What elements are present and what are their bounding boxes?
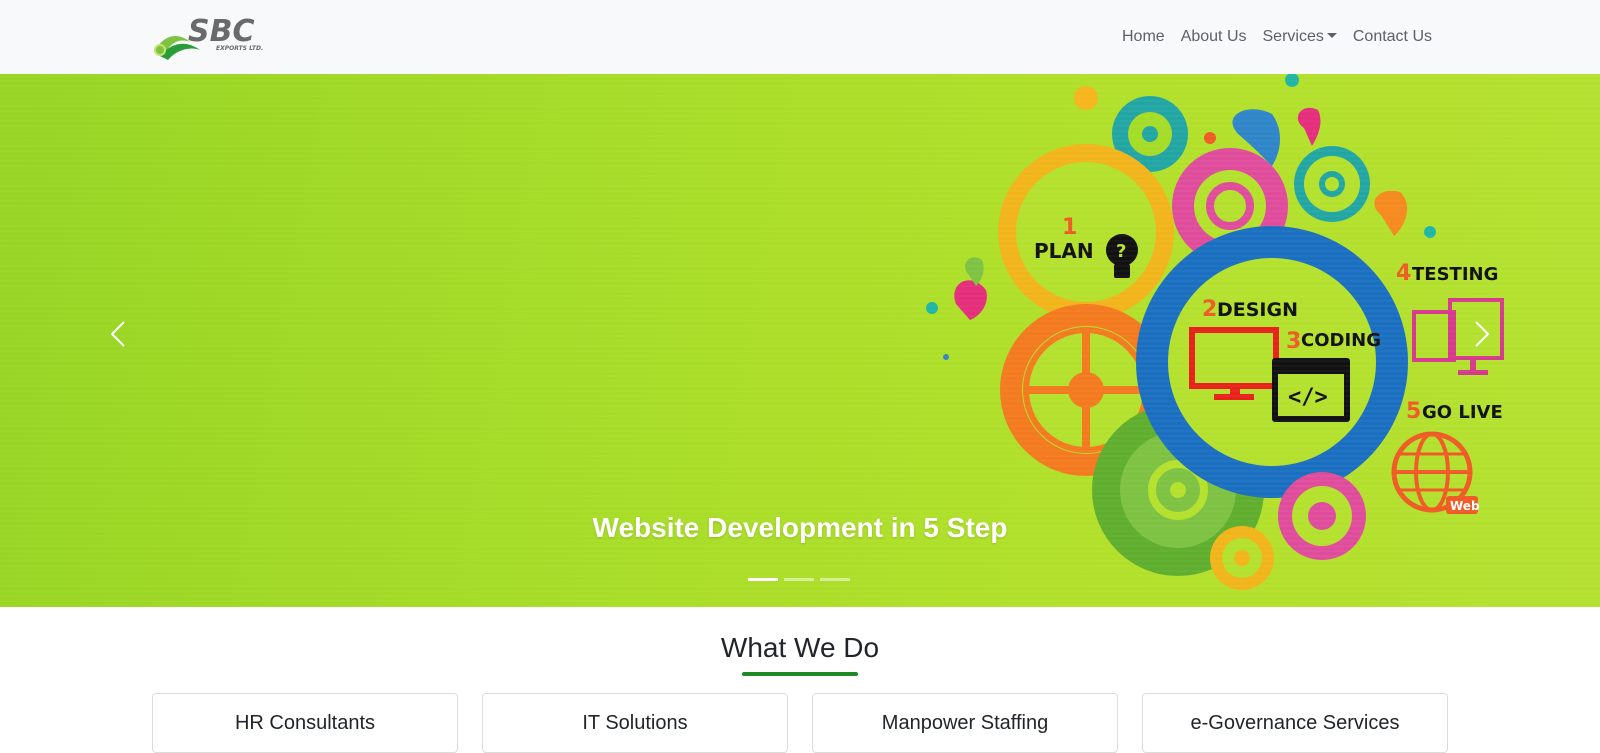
nav-home[interactable]: Home — [1114, 28, 1173, 46]
sbc-logo[interactable]: SBC EXPORTS LTD. — [150, 12, 290, 62]
carousel-indicator-3[interactable] — [820, 578, 850, 581]
section-title: What We Do — [720, 632, 880, 663]
svg-text:2: 2 — [1202, 297, 1217, 322]
nav-about-us[interactable]: About Us — [1173, 28, 1255, 46]
navbar: SBC EXPORTS LTD. Home About Us Services … — [0, 0, 1600, 74]
svg-text:</>: </> — [1288, 385, 1328, 410]
svg-text:CODING: CODING — [1301, 330, 1381, 351]
carousel-caption: Website Development in 5 Step — [592, 512, 1008, 543]
nav-services-dropdown[interactable]: Services — [1255, 28, 1345, 46]
svg-text:1: 1 — [1062, 215, 1077, 240]
svg-text:Web: Web — [1450, 499, 1480, 513]
card-e-governance-services[interactable]: e-Governance Services — [1142, 693, 1448, 753]
svg-text:DESIGN: DESIGN — [1217, 299, 1298, 321]
plan-gear — [998, 144, 1174, 320]
svg-text:EXPORTS LTD.: EXPORTS LTD. — [216, 45, 263, 52]
code-window-icon: </> — [1272, 358, 1350, 422]
carousel-indicators — [748, 578, 850, 581]
nav-contact-us[interactable]: Contact Us — [1345, 28, 1440, 46]
carousel-indicator-2[interactable] — [784, 578, 814, 581]
carousel-prev-chevron-icon[interactable] — [100, 309, 140, 359]
svg-text:?: ? — [1116, 241, 1126, 262]
globe-web-icon: Web — [1391, 431, 1480, 514]
svg-text:GO LIVE: GO LIVE — [1422, 402, 1503, 423]
svg-text:5: 5 — [1406, 399, 1421, 424]
card-manpower-staffing[interactable]: Manpower Staffing — [812, 693, 1118, 753]
svg-text:TESTING: TESTING — [1412, 264, 1498, 285]
hero-carousel: 1 PLAN ? 2 DESIGN 3 CODING </> 4 TESTING… — [0, 74, 1600, 607]
svg-text:4: 4 — [1396, 261, 1411, 286]
svg-text:SBC: SBC — [188, 14, 255, 49]
carousel-next-chevron-icon[interactable] — [1460, 309, 1500, 359]
teal-ring-gear — [1294, 146, 1370, 222]
main-nav: Home About Us Services Contact Us — [1114, 0, 1440, 74]
title-underline — [742, 672, 858, 676]
nav-services-label: Services — [1262, 28, 1324, 45]
services-cards: HR Consultants IT Solutions Manpower Sta… — [152, 693, 1449, 753]
svg-text:3: 3 — [1286, 329, 1301, 354]
card-it-solutions[interactable]: IT Solutions — [482, 693, 788, 753]
card-hr-consultants[interactable]: HR Consultants — [152, 693, 458, 753]
carousel-indicator-1[interactable] — [748, 578, 778, 581]
caret-down-icon — [1326, 33, 1337, 38]
svg-text:PLAN: PLAN — [1034, 239, 1094, 263]
